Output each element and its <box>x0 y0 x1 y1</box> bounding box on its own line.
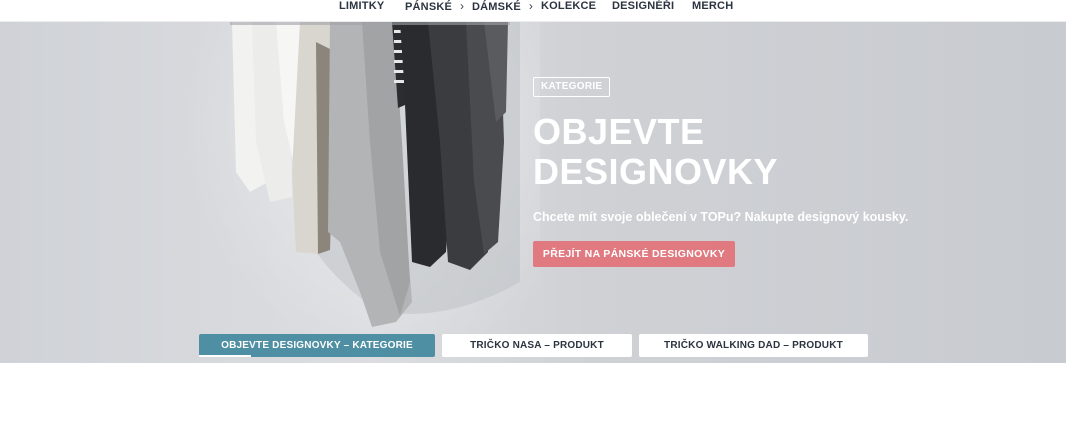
hero-clothes-image <box>230 22 520 327</box>
nav-item-kolekce[interactable]: KOLEKCE <box>541 0 596 14</box>
nav-item-label: DESIGNÉŘI <box>612 0 675 12</box>
nav-item-merch[interactable]: MERCH <box>692 0 733 14</box>
hero-title-line2: DESIGNOVKY <box>533 151 779 192</box>
nav-item-label: MERCH <box>692 0 734 12</box>
slide-tab-3[interactable]: TRIČKO WALKING DAD – PRODUKT <box>639 334 868 357</box>
nav-item-label: LIMITKY <box>339 0 385 12</box>
hero-subtitle: Chcete mít svoje oblečení v TOPu? Nakupt… <box>533 210 909 224</box>
hero-slider: KATEGORIE OBJEVTE DESIGNOVKY Chcete mít … <box>0 22 1066 363</box>
slide-tab-label: OBJEVTE DESIGNOVKY – KATEGORIE <box>221 340 413 351</box>
slide-tab-label: TRIČKO NASA – PRODUKT <box>470 340 604 351</box>
chevron-right-icon[interactable]: › <box>460 0 464 12</box>
nav-item-label: PÁNSKÉ <box>405 1 453 13</box>
top-navigation: LIMITKY PÁNSKÉ › DÁMSKÉ › KOLEKCE DESIGNÉŘ… <box>0 0 1066 22</box>
hero-title: OBJEVTE DESIGNOVKY <box>533 112 893 192</box>
nav-item-limitky[interactable]: LIMITKY <box>339 0 384 14</box>
hero-title-line1: OBJEVTE <box>533 111 705 152</box>
category-badge: KATEGORIE <box>533 77 611 97</box>
slide-tab-2[interactable]: TRIČKO NASA – PRODUKT <box>442 334 632 357</box>
go-to-mens-designs-button[interactable]: PŘEJÍT NA PÁNSKÉ DESIGNOVKY <box>533 241 735 267</box>
slide-tab-label: TRIČKO WALKING DAD – PRODUKT <box>664 340 843 351</box>
chevron-right-icon[interactable]: › <box>529 0 533 12</box>
slide-progress-bar <box>199 355 251 357</box>
nav-item-designeri[interactable]: DESIGNÉŘI <box>612 0 674 14</box>
nav-item-label: DÁMSKÉ <box>472 1 521 13</box>
nav-item-damske[interactable]: DÁMSKÉ › <box>472 0 533 14</box>
nav-item-label: KOLEKCE <box>541 0 597 12</box>
nav-item-panske[interactable]: PÁNSKÉ › <box>405 0 464 14</box>
slide-tab-1[interactable]: OBJEVTE DESIGNOVKY – KATEGORIE <box>199 334 435 357</box>
